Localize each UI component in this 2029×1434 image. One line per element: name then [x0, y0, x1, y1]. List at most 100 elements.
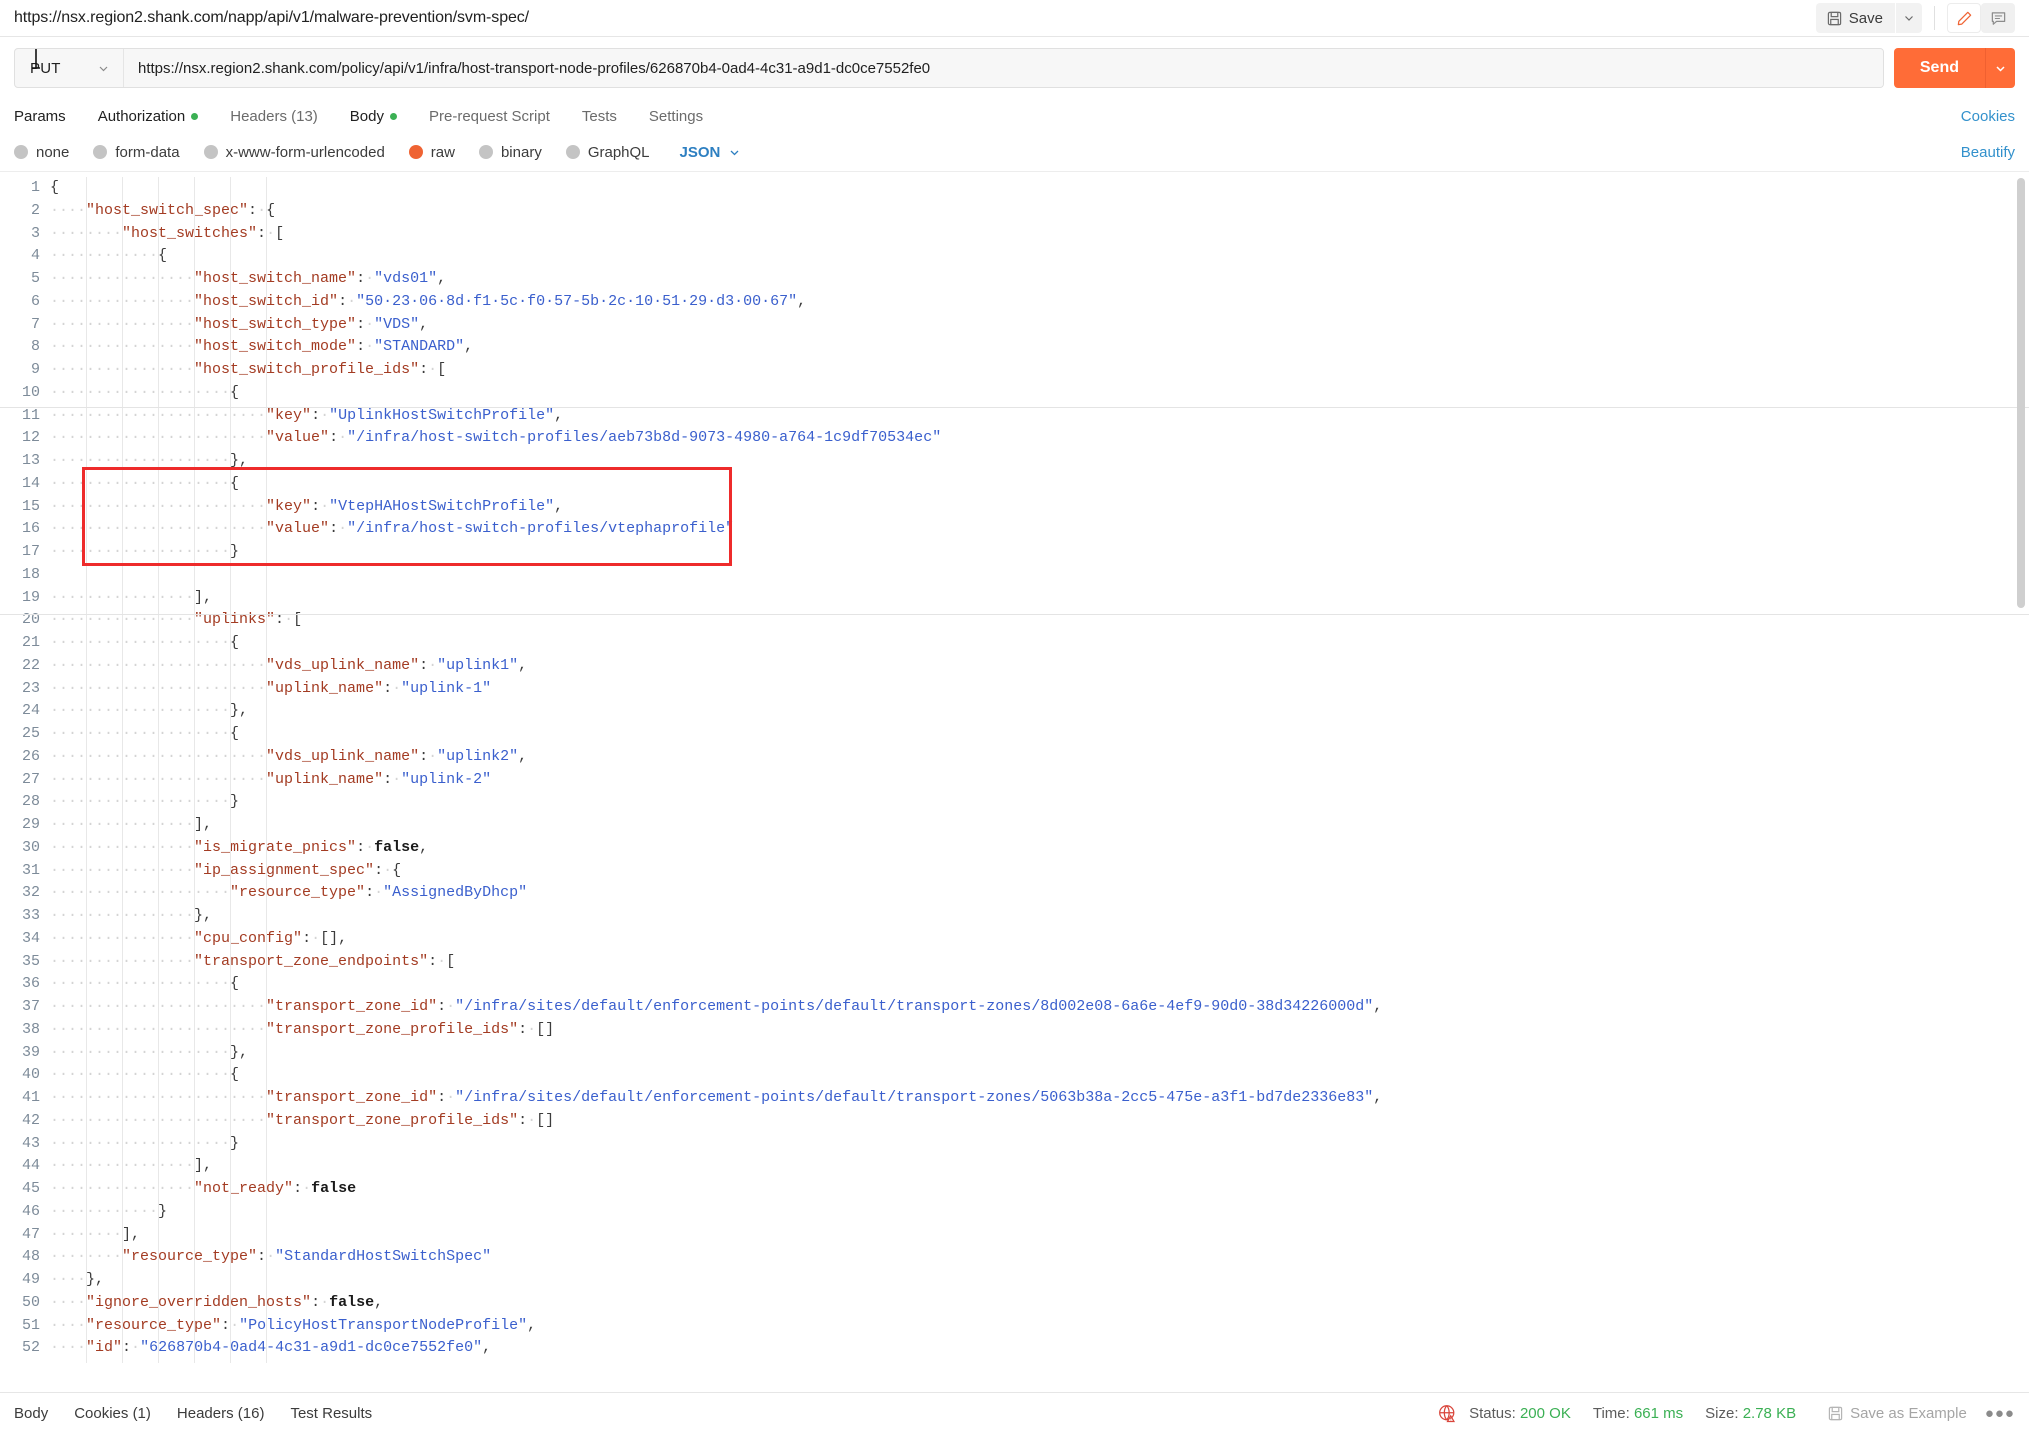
code-line[interactable]: ····"host_switch_spec":·{ [50, 200, 2029, 223]
status-label: Status: [1469, 1405, 1516, 1422]
code-line[interactable]: ················"host_switch_mode":·"STA… [50, 336, 2029, 359]
code-line[interactable]: ············} [50, 1201, 2029, 1224]
code-line[interactable]: ····················} [50, 791, 2029, 814]
tab-headers[interactable]: Headers (13) [214, 99, 334, 133]
response-tab-headers[interactable]: Headers (16) [177, 1405, 265, 1422]
code-line[interactable]: ········], [50, 1224, 2029, 1247]
code-line[interactable]: ····················}, [50, 700, 2029, 723]
tab-settings[interactable]: Settings [633, 99, 719, 133]
beautify-button[interactable]: Beautify [1961, 144, 2015, 161]
code-line[interactable]: ················], [50, 587, 2029, 610]
line-number: 40 [21, 1066, 40, 1084]
save-as-example-button[interactable]: Save as Example [1828, 1405, 1967, 1422]
response-tab-body[interactable]: Body [14, 1405, 48, 1422]
body-type-none[interactable]: none [14, 144, 69, 161]
code-line[interactable]: ················"uplinks":·[ [50, 609, 2029, 632]
code-line[interactable]: ················"ip_assignment_spec":·{ [50, 860, 2029, 883]
code-line[interactable]: ····················{ [50, 632, 2029, 655]
code-line[interactable]: ························"transport_zone_… [50, 1110, 2029, 1133]
line-number: 36 [21, 975, 40, 993]
code-line[interactable]: ························"transport_zone_… [50, 996, 2029, 1019]
tab-authorization[interactable]: Authorization [82, 99, 215, 133]
code-line[interactable]: ························"value":·"/infra… [50, 427, 2029, 450]
tab-params[interactable]: Params [14, 99, 82, 133]
send-options-caret[interactable] [1985, 48, 2015, 88]
code-line[interactable]: ························"uplink_name":·"… [50, 769, 2029, 792]
code-line[interactable]: { [50, 177, 2029, 200]
body-type-x-www-form-urlencoded[interactable]: x-www-form-urlencoded [203, 144, 385, 161]
code-line[interactable]: ························"transport_zone_… [50, 1019, 2029, 1042]
code-line[interactable]: ························"key":·"VtepHAHo… [50, 496, 2029, 519]
code-line[interactable]: ········"host_switches":·[ [50, 223, 2029, 246]
edit-request-button[interactable] [1947, 3, 1981, 33]
code-line[interactable]: ············{ [50, 245, 2029, 268]
body-type-binary[interactable]: binary [478, 144, 542, 161]
save-options-caret[interactable] [1896, 3, 1922, 33]
code-line[interactable]: ····"resource_type":·"PolicyHostTranspor… [50, 1315, 2029, 1338]
body-type-form-data[interactable]: form-data [93, 144, 180, 161]
code-line[interactable]: ················], [50, 814, 2029, 837]
line-number: 8 [30, 338, 40, 356]
code-content[interactable]: {····"host_switch_spec":·{········"host_… [50, 177, 2029, 1363]
scrollbar-thumb[interactable] [2017, 178, 2025, 608]
code-token: : [419, 747, 429, 765]
response-tab-test-results[interactable]: Test Results [290, 1405, 372, 1422]
code-line[interactable]: ························"transport_zone_… [50, 1087, 2029, 1110]
code-line[interactable]: ················"transport_zone_endpoint… [50, 951, 2029, 974]
code-line[interactable]: ········"resource_type":·"StandardHostSw… [50, 1246, 2029, 1269]
request-body-editor[interactable]: 1 2 3 4 5 6 7 8 9 10 11 12 13 14 15 16 17 18 19 20 21 22 23 24 2… [0, 171, 2029, 1363]
ellipsis-icon[interactable]: ●●● [1985, 1405, 2015, 1422]
code-editor[interactable]: 1 2 3 4 5 6 7 8 9 10 11 12 13 14 15 16 17 18 19 20 21 22 23 24 2… [0, 172, 2029, 1363]
code-line[interactable]: ················"is_migrate_pnics":·fals… [50, 837, 2029, 860]
code-line[interactable]: ····················{ [50, 973, 2029, 996]
code-line[interactable]: ················"host_switch_type":·"VDS… [50, 314, 2029, 337]
send-button[interactable]: Send [1893, 48, 1985, 88]
code-line[interactable]: ················"not_ready":·false [50, 1178, 2029, 1201]
body-type-label: none [36, 143, 70, 161]
code-line[interactable]: ····"di [50, 1360, 2029, 1363]
code-line[interactable]: ····················}, [50, 1042, 2029, 1065]
code-line[interactable]: ························"uplink_name":·"… [50, 678, 2029, 701]
chevron-down-icon [97, 62, 110, 75]
save-button[interactable]: Save [1815, 3, 1895, 33]
code-line[interactable]: ················"cpu_config":·[], [50, 928, 2029, 951]
tab-body[interactable]: Body [334, 99, 413, 133]
code-line[interactable]: ················], [50, 1155, 2029, 1178]
code-line[interactable]: ····················{ [50, 382, 2029, 405]
code-token: "id" [86, 1339, 123, 1357]
code-line[interactable]: ····················"resource_type":·"As… [50, 882, 2029, 905]
tab-label: Body [349, 107, 384, 125]
code-line[interactable]: ················}, [50, 905, 2029, 928]
code-line[interactable]: ····}, [50, 1269, 2029, 1292]
toolbar-divider [1934, 6, 1935, 30]
code-line[interactable] [50, 564, 2029, 587]
code-line[interactable]: ····················} [50, 541, 2029, 564]
body-type-raw[interactable]: raw [408, 144, 455, 161]
editor-vertical-scrollbar[interactable] [2017, 178, 2025, 1338]
code-line[interactable]: ····"ignore_overridden_hosts":·false, [50, 1292, 2029, 1315]
tab-pre-request-script[interactable]: Pre-request Script [413, 99, 566, 133]
code-line[interactable]: ························"value":·"/infra… [50, 518, 2029, 541]
cookies-link[interactable]: Cookies [1961, 108, 2015, 125]
comments-button[interactable] [1981, 3, 2015, 33]
request-url-input[interactable]: https://nsx.region2.shank.com/policy/api… [123, 49, 1883, 87]
code-line[interactable]: ····················{ [50, 1064, 2029, 1087]
code-line[interactable]: ························"vds_uplink_name… [50, 746, 2029, 769]
body-format-select[interactable]: JSON [680, 144, 742, 161]
code-line[interactable]: ················"host_switch_id":·"50·23… [50, 291, 2029, 314]
code-line[interactable]: ················"host_switch_profile_ids… [50, 359, 2029, 382]
code-line[interactable]: ····················} [50, 1133, 2029, 1156]
tab-tests[interactable]: Tests [566, 99, 633, 133]
code-line[interactable]: ····················{ [50, 723, 2029, 746]
response-tab-cookies[interactable]: Cookies (1) [74, 1405, 151, 1422]
code-line[interactable]: ····················}, [50, 450, 2029, 473]
http-method-select[interactable]: PUT [15, 49, 123, 87]
code-token: "host_switch_spec" [86, 201, 249, 219]
code-line[interactable]: ························"vds_uplink_name… [50, 655, 2029, 678]
code-line[interactable]: ····"id":·"626870b4-0ad4-4c31-a9d1-dc0ce… [50, 1337, 2029, 1360]
time-label: Time: [1592, 1405, 1630, 1422]
code-token: : [248, 201, 258, 219]
code-line[interactable]: ················"host_switch_name":·"vds… [50, 268, 2029, 291]
code-line[interactable]: ····················{ [50, 473, 2029, 496]
body-type-graphql[interactable]: GraphQL [565, 144, 650, 161]
